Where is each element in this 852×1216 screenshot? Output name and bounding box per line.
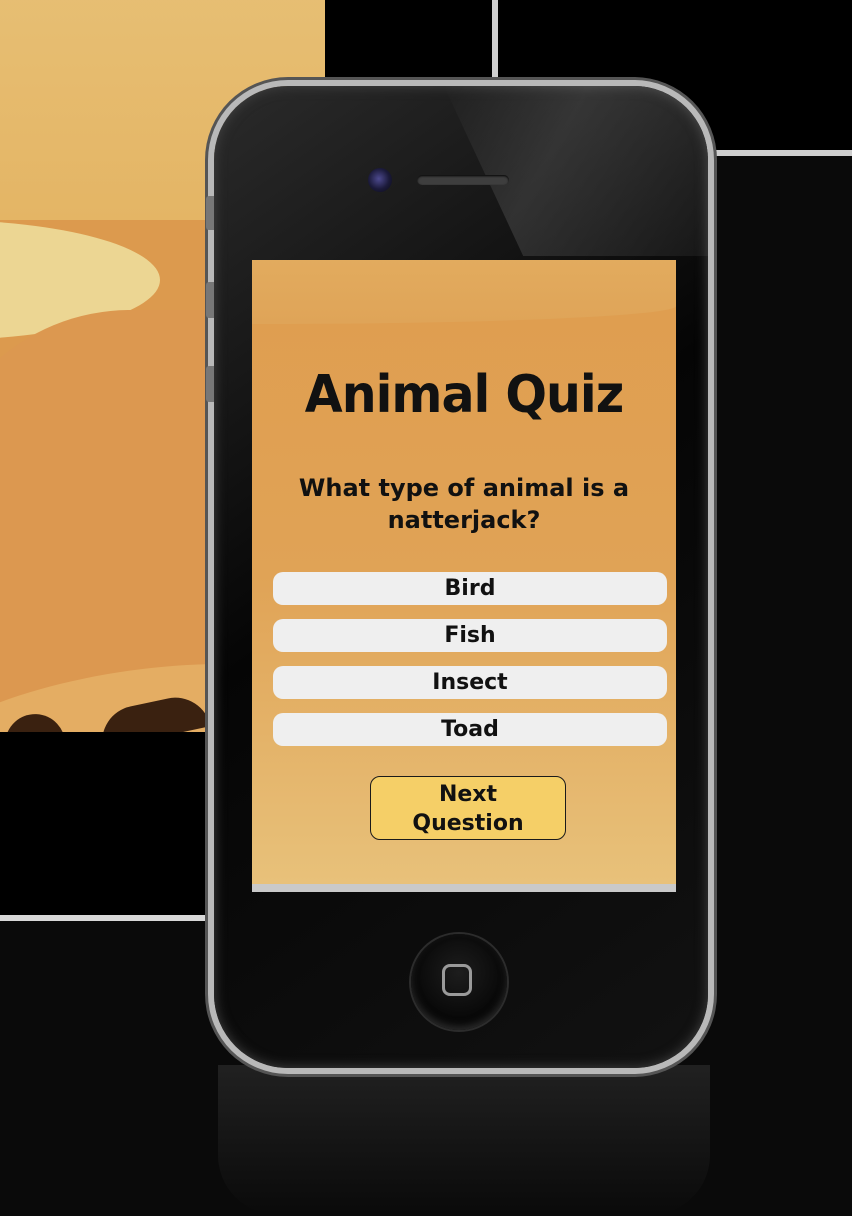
- next-button-label-line1: Next: [438, 782, 498, 807]
- volume-up-button: [206, 282, 214, 318]
- answer-button-fish[interactable]: Fish: [273, 619, 667, 652]
- screen-header-band: [252, 260, 676, 324]
- page-title: Animal Quiz: [304, 364, 624, 425]
- phone-reflection: [218, 1065, 710, 1215]
- volume-down-button: [206, 366, 214, 402]
- phone-frame: Animal Quiz What type of animal is a nat…: [206, 86, 708, 1068]
- mute-switch: [206, 196, 214, 230]
- front-camera-icon: [368, 168, 392, 192]
- next-question-button[interactable]: Next Question: [370, 776, 566, 840]
- home-button-icon: [442, 964, 472, 996]
- answer-button-insect[interactable]: Insect: [273, 666, 667, 699]
- app-screen: Animal Quiz What type of animal is a nat…: [252, 260, 676, 892]
- home-button[interactable]: [411, 934, 507, 1030]
- phone-gloss: [444, 86, 708, 256]
- screen-bottom-edge: [252, 884, 676, 892]
- earpiece-speaker: [417, 175, 509, 185]
- next-button-label-line2: Question: [412, 811, 524, 836]
- answer-list: Bird Fish Insect Toad: [273, 572, 667, 760]
- answer-button-bird[interactable]: Bird: [273, 572, 667, 605]
- question-text: What type of animal is a natterjack?: [298, 474, 630, 534]
- answer-button-toad[interactable]: Toad: [273, 713, 667, 746]
